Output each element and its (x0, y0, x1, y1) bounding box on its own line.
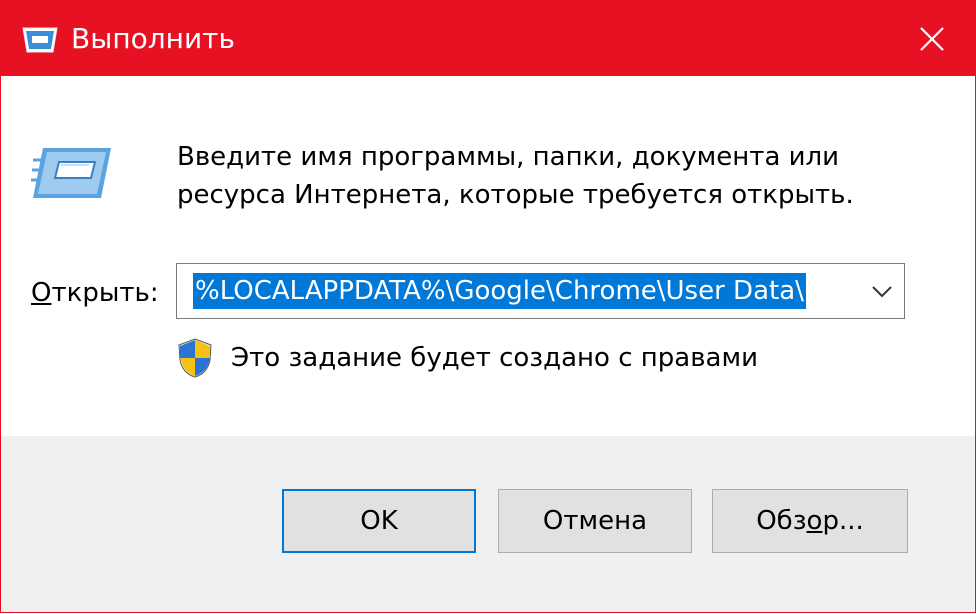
browse-label-prefix: Обз (756, 506, 807, 536)
open-combobox[interactable]: %LOCALAPPDATA%\Google\Chrome\User Data\ (176, 263, 905, 319)
open-label: Открыть: (31, 276, 159, 310)
browse-button[interactable]: Обз о р... (712, 489, 908, 553)
open-label-text: ткрыть: (51, 278, 159, 308)
cancel-button[interactable]: Отмена (498, 489, 692, 553)
open-input[interactable]: %LOCALAPPDATA%\Google\Chrome\User Data\ (193, 273, 806, 309)
admin-note: Это задание будет создано с правами (231, 343, 758, 373)
run-dialog-icon (22, 27, 58, 53)
uac-shield-icon (178, 338, 212, 378)
close-icon (920, 27, 944, 51)
browse-label-accelerator: о (806, 506, 823, 536)
description-line: ресурса Интернета, которые требуется отк… (177, 180, 854, 210)
dropdown-button[interactable] (868, 278, 896, 306)
ok-button[interactable]: OK (282, 489, 476, 553)
browse-label-suffix: р... (822, 506, 864, 536)
title-bar[interactable]: Выполнить (1, 0, 976, 76)
run-dialog: Выполнить Введите имя программы, папки, … (0, 0, 976, 613)
description-line: Введите имя программы, папки, документа … (177, 142, 840, 172)
description: Введите имя программы, папки, документа … (177, 138, 854, 214)
run-program-icon (31, 148, 111, 198)
close-button[interactable] (901, 14, 963, 64)
window-title: Выполнить (71, 22, 235, 55)
chevron-down-icon (872, 286, 892, 298)
open-label-accelerator: О (31, 278, 52, 308)
